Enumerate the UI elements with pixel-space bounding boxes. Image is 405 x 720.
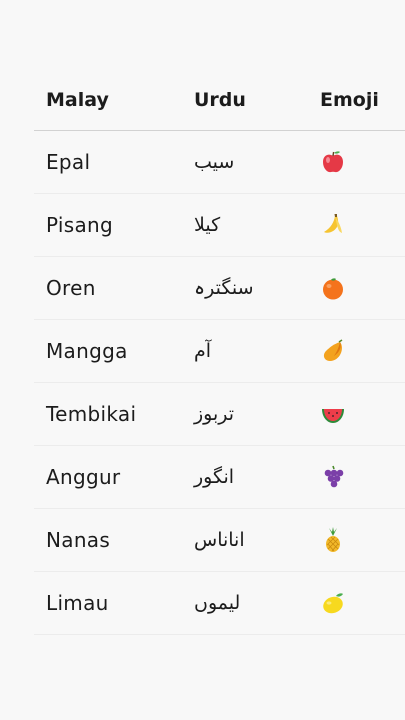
urdu-word: اناناس <box>194 529 245 551</box>
watermelon-icon <box>322 409 344 423</box>
malay-word: Oren <box>46 276 96 300</box>
urdu-word: آم <box>194 340 212 362</box>
lemon-icon <box>323 593 343 614</box>
urdu-word: لیموں <box>194 592 241 614</box>
pineapple-icon <box>326 527 340 552</box>
apple-icon <box>323 151 343 173</box>
header-urdu: Urdu <box>194 89 246 111</box>
fruit-table: Malay Urdu Emoji Epal سیب Pisang کیلا Or… <box>34 70 405 635</box>
table-row: Limau لیموں <box>34 572 405 635</box>
urdu-word: سنگترہ <box>194 277 254 299</box>
malay-word: Nanas <box>46 528 111 552</box>
header-emoji: Emoji <box>320 89 379 111</box>
banana-icon <box>324 214 342 233</box>
table-row: Pisang کیلا <box>34 194 405 257</box>
malay-word: Anggur <box>46 465 121 489</box>
table-row: Tembikai تربوز <box>34 383 405 446</box>
urdu-word: تربوز <box>194 403 235 425</box>
table-row: Anggur انگور <box>34 446 405 509</box>
table-row: Oren سنگترہ <box>34 257 405 320</box>
table-header: Malay Urdu Emoji <box>34 70 405 131</box>
urdu-word: کیلا <box>194 214 221 236</box>
grapes-icon <box>324 465 344 488</box>
orange-icon <box>323 278 343 300</box>
table-row: Epal سیب <box>34 131 405 194</box>
mango-icon <box>323 339 343 361</box>
malay-word: Tembikai <box>46 402 137 426</box>
malay-word: Epal <box>46 150 91 174</box>
malay-word: Mangga <box>46 339 128 363</box>
urdu-word: انگور <box>194 466 235 488</box>
table-row: Nanas اناناس <box>34 509 405 572</box>
malay-word: Limau <box>46 591 109 615</box>
table-row: Mangga آم <box>34 320 405 383</box>
header-malay: Malay <box>46 89 109 111</box>
malay-word: Pisang <box>46 213 114 237</box>
urdu-word: سیب <box>194 151 235 173</box>
